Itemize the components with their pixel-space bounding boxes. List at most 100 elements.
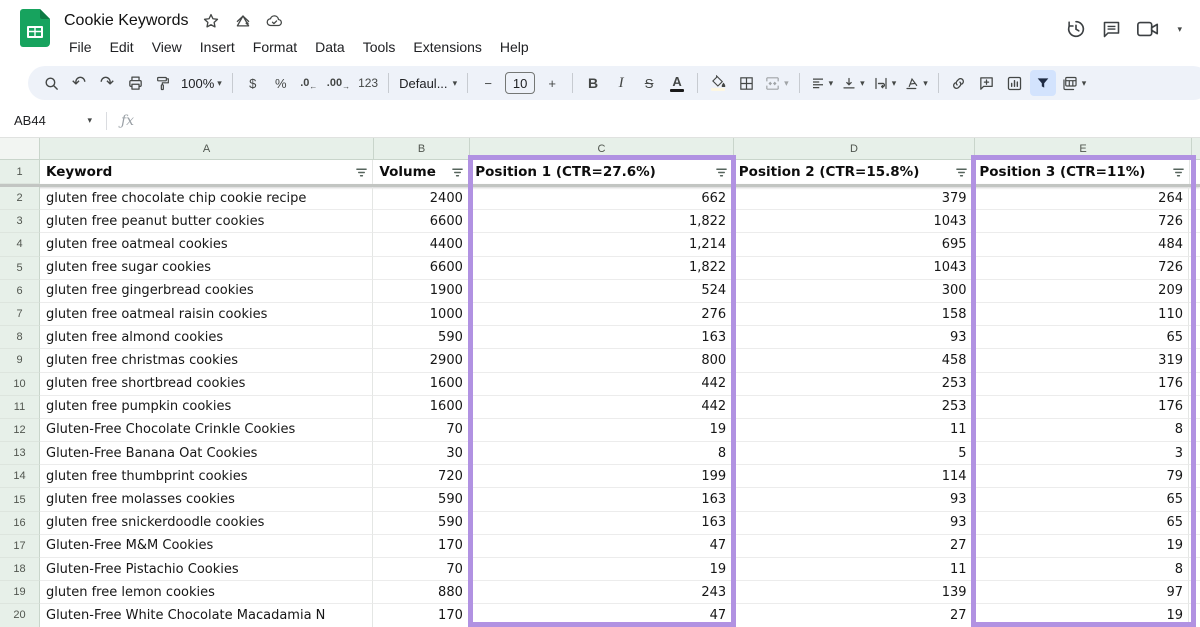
cell[interactable]: 484 bbox=[973, 233, 1189, 256]
cell[interactable]: 695 bbox=[732, 233, 972, 256]
print-icon[interactable] bbox=[122, 70, 148, 96]
cell[interactable]: Gluten-Free M&M Cookies bbox=[40, 535, 373, 558]
cell[interactable]: 442 bbox=[469, 373, 732, 396]
text-rotation-icon[interactable]: ▾ bbox=[901, 70, 931, 96]
cell[interactable]: 139 bbox=[732, 581, 972, 604]
cell[interactable]: gluten free almond cookies bbox=[40, 326, 373, 349]
cell[interactable]: 1043 bbox=[732, 210, 972, 233]
cell[interactable]: 5 bbox=[732, 442, 972, 465]
cell[interactable]: 662 bbox=[469, 187, 732, 210]
cell[interactable]: 319 bbox=[973, 349, 1189, 372]
cell[interactable]: gluten free molasses cookies bbox=[40, 488, 373, 511]
cell[interactable]: 4400 bbox=[373, 233, 469, 256]
cell[interactable]: 6600 bbox=[373, 210, 469, 233]
cell[interactable]: 590 bbox=[373, 488, 469, 511]
cell[interactable]: 65 bbox=[973, 512, 1189, 535]
borders-icon[interactable] bbox=[733, 70, 759, 96]
cell[interactable]: gluten free chocolate chip cookie recipe bbox=[40, 187, 373, 210]
cell[interactable]: Gluten-Free Pistachio Cookies bbox=[40, 558, 373, 581]
search-icon[interactable] bbox=[38, 70, 64, 96]
menu-edit[interactable]: Edit bbox=[101, 37, 143, 57]
comments-icon[interactable] bbox=[1101, 19, 1122, 40]
column-header-a[interactable]: A bbox=[40, 138, 374, 160]
cell[interactable]: 300 bbox=[732, 280, 972, 303]
cell[interactable]: 379 bbox=[732, 187, 972, 210]
redo-button[interactable]: ↷ bbox=[94, 70, 120, 96]
cell[interactable]: 11 bbox=[732, 419, 972, 442]
filter-icon[interactable] bbox=[451, 167, 464, 178]
row-header[interactable]: 13 bbox=[0, 442, 40, 465]
insert-link-icon[interactable] bbox=[946, 70, 972, 96]
cell[interactable]: 65 bbox=[973, 488, 1189, 511]
cell[interactable]: 253 bbox=[732, 396, 972, 419]
cell[interactable]: 19 bbox=[973, 535, 1189, 558]
row-header[interactable]: 15 bbox=[0, 488, 40, 511]
cell-position2-header[interactable]: Position 2 (CTR=15.8%) bbox=[733, 160, 974, 184]
cell[interactable]: 199 bbox=[469, 465, 732, 488]
cell-position3-header[interactable]: Position 3 (CTR=11%) bbox=[973, 160, 1190, 184]
insert-chart-icon[interactable] bbox=[1002, 70, 1028, 96]
cell-volume-header[interactable]: Volume bbox=[373, 160, 469, 184]
row-header[interactable]: 12 bbox=[0, 419, 40, 442]
italic-button[interactable]: I bbox=[608, 70, 634, 96]
cell[interactable]: 19 bbox=[469, 558, 732, 581]
cell[interactable]: 880 bbox=[373, 581, 469, 604]
cell[interactable]: 163 bbox=[469, 512, 732, 535]
cell[interactable]: 720 bbox=[373, 465, 469, 488]
menu-view[interactable]: View bbox=[143, 37, 191, 57]
cell[interactable]: gluten free christmas cookies bbox=[40, 349, 373, 372]
cell[interactable]: 170 bbox=[373, 535, 469, 558]
menu-file[interactable]: File bbox=[60, 37, 101, 57]
row-header[interactable]: 4 bbox=[0, 233, 40, 256]
text-wrap-icon[interactable]: ▾ bbox=[870, 70, 900, 96]
cell[interactable]: 253 bbox=[732, 373, 972, 396]
column-header-d[interactable]: D bbox=[734, 138, 975, 160]
cell[interactable]: 1600 bbox=[373, 396, 469, 419]
row-header[interactable]: 10 bbox=[0, 373, 40, 396]
move-folder-icon[interactable] bbox=[229, 9, 257, 33]
menu-tools[interactable]: Tools bbox=[354, 37, 405, 57]
cell[interactable]: 1900 bbox=[373, 280, 469, 303]
number-format-button[interactable]: 123 bbox=[355, 70, 381, 96]
row-header[interactable]: 17 bbox=[0, 535, 40, 558]
menu-help[interactable]: Help bbox=[491, 37, 538, 57]
cell[interactable]: 209 bbox=[973, 280, 1189, 303]
cell[interactable]: Gluten-Free Banana Oat Cookies bbox=[40, 442, 373, 465]
row-header[interactable]: 2 bbox=[0, 187, 40, 210]
cell[interactable]: gluten free shortbread cookies bbox=[40, 373, 373, 396]
cell[interactable]: 114 bbox=[732, 465, 972, 488]
row-header[interactable]: 5 bbox=[0, 257, 40, 280]
cell[interactable]: gluten free oatmeal raisin cookies bbox=[40, 303, 373, 326]
cell[interactable]: 93 bbox=[732, 512, 972, 535]
cell[interactable]: 726 bbox=[973, 257, 1189, 280]
insert-comment-icon[interactable] bbox=[974, 70, 1000, 96]
row-header[interactable]: 19 bbox=[0, 581, 40, 604]
select-all-corner[interactable] bbox=[0, 138, 40, 160]
row-header[interactable]: 9 bbox=[0, 349, 40, 372]
cell[interactable]: gluten free gingerbread cookies bbox=[40, 280, 373, 303]
cell[interactable]: 264 bbox=[973, 187, 1189, 210]
cell[interactable]: 1000 bbox=[373, 303, 469, 326]
cell[interactable]: 8 bbox=[469, 442, 732, 465]
cell[interactable]: gluten free sugar cookies bbox=[40, 257, 373, 280]
cell[interactable]: 590 bbox=[373, 326, 469, 349]
cell[interactable]: 458 bbox=[732, 349, 972, 372]
paint-format-icon[interactable] bbox=[150, 70, 176, 96]
format-currency-button[interactable]: $ bbox=[240, 70, 266, 96]
filter-icon[interactable] bbox=[1172, 167, 1185, 178]
cell[interactable]: 276 bbox=[469, 303, 732, 326]
cell[interactable]: 590 bbox=[373, 512, 469, 535]
strikethrough-button[interactable]: S bbox=[636, 70, 662, 96]
cell[interactable]: 1600 bbox=[373, 373, 469, 396]
column-header-c[interactable]: C bbox=[470, 138, 734, 160]
cell[interactable]: 8 bbox=[973, 419, 1189, 442]
cell[interactable]: 170 bbox=[373, 604, 469, 627]
increase-font-size-button[interactable]: + bbox=[539, 70, 565, 96]
decrease-font-size-button[interactable]: − bbox=[475, 70, 501, 96]
cell[interactable]: gluten free snickerdoodle cookies bbox=[40, 512, 373, 535]
cell[interactable]: 19 bbox=[469, 419, 732, 442]
menu-format[interactable]: Format bbox=[244, 37, 306, 57]
cell[interactable]: 65 bbox=[973, 326, 1189, 349]
row-header[interactable]: 7 bbox=[0, 303, 40, 326]
cell[interactable]: 1,214 bbox=[469, 233, 732, 256]
